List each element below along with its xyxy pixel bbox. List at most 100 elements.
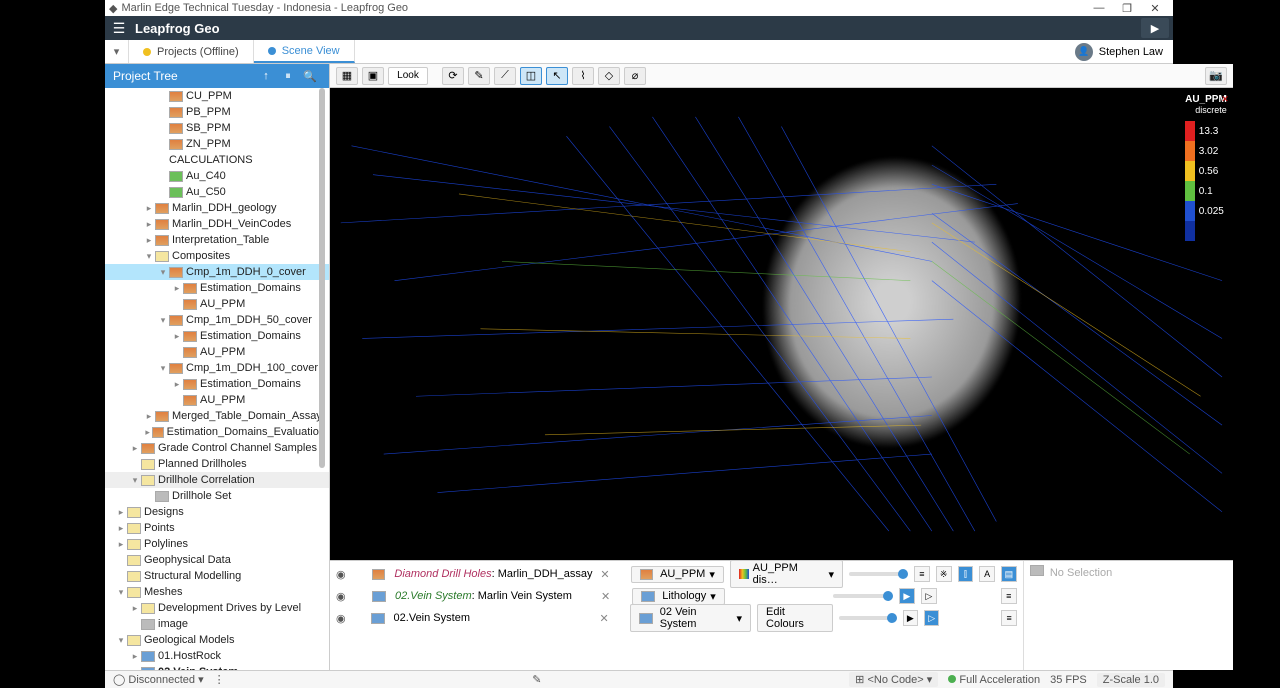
collapse-icon[interactable]: ▾ [157, 315, 169, 326]
up-button[interactable]: ↑ [255, 70, 277, 82]
expand-icon[interactable]: ▸ [171, 331, 183, 342]
opt-btn[interactable]: ⫿ [958, 566, 974, 582]
expand-icon[interactable]: ▸ [115, 507, 127, 518]
expand-icon[interactable]: ▸ [115, 523, 127, 534]
tree-item[interactable]: CALCULATIONS [169, 154, 253, 166]
play-btn[interactable]: ▶ [899, 588, 915, 604]
remove-button[interactable]: ✕ [601, 590, 610, 603]
minimize-button[interactable]: — [1085, 2, 1113, 14]
tree-item[interactable]: Composites [172, 250, 230, 262]
expand-icon[interactable]: ▸ [129, 651, 141, 662]
expand-icon[interactable]: ▸ [171, 379, 183, 390]
tree-item[interactable]: image [158, 618, 188, 630]
tree-item[interactable]: Designs [144, 506, 184, 518]
3d-scene[interactable]: ✕ AU_PPM discrete 13.33.020.560.10.025 [330, 88, 1233, 560]
tree-item[interactable]: Development Drives by Level [158, 602, 301, 614]
edit-colours-button[interactable]: Edit Colours [757, 604, 833, 632]
tree-item[interactable]: Estimation_Domains [200, 378, 301, 390]
zscale-chip[interactable]: Z-Scale 1.0 [1097, 673, 1165, 687]
opt-btn[interactable]: ▤ [1001, 566, 1017, 582]
close-button[interactable]: ✕ [1141, 2, 1169, 15]
expand-icon[interactable]: ▸ [129, 443, 141, 454]
collapse-icon[interactable]: ▾ [129, 475, 141, 486]
opt-btn[interactable]: ※ [936, 566, 952, 582]
conn-status[interactable]: ◯ Disconnected ▾ [113, 673, 204, 686]
look-dropdown[interactable]: Look [388, 67, 428, 85]
visibility-toggle[interactable]: ◉ [336, 568, 350, 581]
tree-item[interactable]: Au_C40 [186, 170, 226, 182]
tree-item[interactable]: Interpretation_Table [172, 234, 269, 246]
tree-item[interactable]: Drillhole Set [172, 490, 231, 502]
collapse-icon[interactable]: ▾ [115, 587, 127, 598]
project-tree[interactable]: CU_PPM PB_PPM SB_PPM ZN_PPM CALCULATIONS… [105, 88, 329, 670]
tree-item[interactable]: ZN_PPM [186, 138, 231, 150]
user-area[interactable]: 👤 Stephen Law [1065, 40, 1173, 63]
remove-button[interactable]: ✕ [600, 568, 609, 581]
tool-crop[interactable]: ◇ [598, 67, 620, 85]
scene-row[interactable]: ◉ 02.Vein System: Marlin Vein System ✕ L… [336, 587, 1017, 605]
collapse-icon[interactable]: ▾ [157, 363, 169, 374]
tree-item[interactable]: Marlin_DDH_VeinCodes [172, 218, 291, 230]
tab-scene-view[interactable]: Scene View [254, 40, 355, 63]
opacity-slider[interactable] [839, 616, 897, 620]
tab-projects[interactable]: Projects (Offline) [129, 40, 254, 63]
colormap-select[interactable]: AU_PPM dis…▾ [730, 560, 843, 588]
tree-item[interactable]: Meshes [144, 586, 183, 598]
maximize-button[interactable]: ❐ [1113, 2, 1141, 15]
expand-icon[interactable]: ▸ [143, 427, 152, 438]
scene-row[interactable]: ◉ 02.Vein System ✕ 02 Vein System▾ Edit … [336, 609, 1017, 627]
play-button[interactable]: ▶ [1141, 18, 1169, 38]
tree-item[interactable]: 02.Vein System [158, 666, 238, 670]
tool-brush[interactable]: ⌇ [572, 67, 594, 85]
expand-icon[interactable]: ▸ [143, 411, 155, 422]
expand-icon[interactable]: ▸ [129, 603, 141, 614]
expand-icon[interactable]: ▸ [143, 235, 155, 246]
opt-btn[interactable]: ≡ [1001, 588, 1017, 604]
pause-button[interactable]: ⏸ [277, 70, 299, 83]
screenshot-button[interactable]: 📷 [1205, 67, 1227, 85]
tree-item[interactable]: CU_PPM [186, 90, 232, 102]
tree-item[interactable]: AU_PPM [200, 394, 245, 406]
collapse-icon[interactable]: ▾ [143, 251, 155, 262]
tool-rotate[interactable]: ⟳ [442, 67, 464, 85]
visibility-toggle[interactable]: ◉ [336, 590, 350, 603]
play2-btn[interactable]: ▷ [921, 588, 937, 604]
search-button[interactable]: 🔍 [299, 70, 321, 83]
pencil-icon[interactable]: ✎ [532, 673, 541, 686]
tree-item[interactable]: AU_PPM [200, 346, 245, 358]
scene-row[interactable]: ◉ Diamond Drill Holes: Marlin_DDH_assay … [336, 565, 1017, 583]
tree-item-selected[interactable]: Cmp_1m_DDH_0_cover [186, 266, 306, 278]
opacity-slider[interactable] [833, 594, 893, 598]
tree-item[interactable]: Marlin_DDH_geology [172, 202, 277, 214]
play-btn[interactable]: ▶ [903, 610, 918, 626]
opt-btn[interactable]: A [979, 566, 995, 582]
expand-icon[interactable]: ▸ [143, 203, 155, 214]
more-menu[interactable]: ⋮ [214, 673, 225, 686]
opt-btn[interactable]: ≡ [1001, 610, 1016, 626]
tree-item[interactable]: PB_PPM [186, 106, 231, 118]
expand-icon[interactable]: ▸ [115, 539, 127, 550]
tree-item[interactable]: 01.HostRock [158, 650, 221, 662]
tree-item[interactable]: Polylines [144, 538, 188, 550]
tree-item[interactable]: Structural Modelling [144, 570, 241, 582]
tree-item[interactable]: Cmp_1m_DDH_50_cover [186, 314, 312, 326]
tree-item[interactable]: Merged_Table_Domain_Assay [172, 410, 322, 422]
opacity-slider[interactable] [849, 572, 908, 576]
tree-item[interactable]: SB_PPM [186, 122, 231, 134]
column-select[interactable]: 02 Vein System▾ [630, 604, 751, 632]
column-select[interactable]: Lithology▾ [632, 588, 725, 605]
collapse-icon[interactable]: ▾ [129, 667, 141, 671]
tree-item[interactable]: Planned Drillholes [158, 458, 247, 470]
tab-dropdown[interactable]: ▾ [105, 40, 129, 63]
tree-item[interactable]: Estimation_Domains_Evaluation [167, 426, 325, 438]
expand-icon[interactable]: ▸ [143, 219, 155, 230]
column-select[interactable]: AU_PPM▾ [631, 566, 723, 583]
tool-select-box[interactable]: ◫ [520, 67, 542, 85]
tool-view2[interactable]: ▣ [362, 67, 384, 85]
tree-item[interactable]: Drillhole Correlation [158, 474, 255, 486]
collapse-icon[interactable]: ▾ [157, 267, 169, 278]
tool-cursor[interactable]: ↖ [546, 67, 568, 85]
collapse-icon[interactable]: ▾ [115, 635, 127, 646]
tool-pen[interactable]: ✎ [468, 67, 490, 85]
tool-link[interactable]: ⌀ [624, 67, 646, 85]
